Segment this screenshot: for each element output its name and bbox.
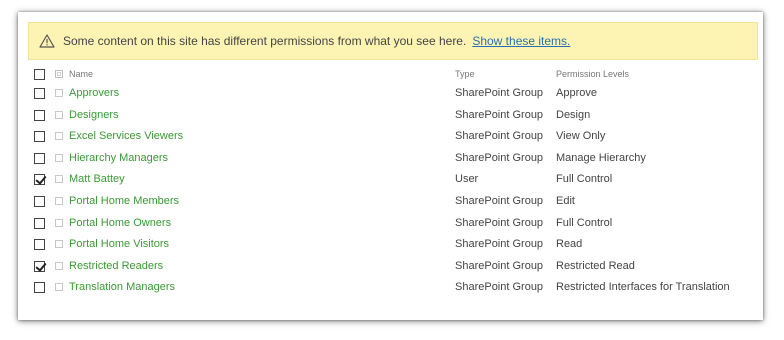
warning-icon xyxy=(39,34,55,48)
row-name-link[interactable]: Translation Managers xyxy=(69,281,175,293)
table-row[interactable]: Excel Services Viewers SharePoint Group Vi… xyxy=(28,127,753,149)
permissions-table: Name Type Permission Levels Approvers Sha… xyxy=(28,65,753,300)
table-header-row: Name Type Permission Levels xyxy=(28,65,753,84)
row-item-icon xyxy=(55,132,63,141)
row-type: SharePoint Group xyxy=(455,259,544,272)
row-type: SharePoint Group xyxy=(455,87,544,99)
row-select-checkbox[interactable] xyxy=(34,174,45,186)
table-row[interactable]: Hierarchy Managers SharePoint Group Manage… xyxy=(28,149,753,171)
row-permission-level: Manage Hierarchy xyxy=(556,151,646,164)
table-row[interactable]: Restricted Readers SharePoint Group Restri… xyxy=(28,257,753,279)
row-item-icon xyxy=(55,218,63,227)
row-type: SharePoint Group xyxy=(455,130,544,143)
table-row[interactable]: Matt Battey User Full Control xyxy=(28,170,753,192)
table-row[interactable]: Translation Managers SharePoint Group Rest… xyxy=(28,278,753,300)
row-select-checkbox[interactable] xyxy=(34,152,45,164)
row-item-icon xyxy=(55,283,63,292)
header-item-icon xyxy=(55,70,63,78)
row-select-checkbox[interactable] xyxy=(34,217,45,229)
row-permission-level: Approve xyxy=(556,87,597,99)
row-name-link[interactable]: Portal Home Members xyxy=(69,195,179,207)
row-item-icon xyxy=(55,175,63,184)
row-permission-level: Read xyxy=(556,238,583,251)
row-select-checkbox[interactable] xyxy=(34,88,45,99)
row-permission-level: Restricted Interfaces for Translation xyxy=(556,281,730,294)
row-type: SharePoint Group xyxy=(455,108,544,121)
row-select-checkbox[interactable] xyxy=(34,239,45,251)
column-header-permission-levels[interactable]: Permission Levels xyxy=(556,69,629,79)
row-permission-level: Design xyxy=(556,108,591,121)
row-item-icon xyxy=(55,153,63,162)
row-name-link[interactable]: Hierarchy Managers xyxy=(69,152,168,164)
permissions-panel: Some content on this site has different … xyxy=(18,12,763,320)
row-permission-level: Restricted Read xyxy=(556,259,635,272)
banner-message: Some content on this site has different … xyxy=(63,34,467,48)
row-item-icon xyxy=(55,261,63,270)
row-permission-level: Edit xyxy=(556,194,575,207)
table-row[interactable]: Designers SharePoint Group Design xyxy=(28,106,753,128)
row-select-checkbox[interactable] xyxy=(34,109,45,121)
select-all-checkbox[interactable] xyxy=(34,69,45,80)
row-select-checkbox[interactable] xyxy=(34,195,45,207)
row-name-link[interactable]: Portal Home Visitors xyxy=(69,238,169,250)
row-item-icon xyxy=(55,110,63,119)
row-select-checkbox[interactable] xyxy=(34,260,45,272)
row-select-checkbox[interactable] xyxy=(34,131,45,143)
row-name-link[interactable]: Restricted Readers xyxy=(69,260,163,272)
row-item-icon xyxy=(55,196,63,205)
row-type: SharePoint Group xyxy=(455,194,544,207)
row-type: SharePoint Group xyxy=(455,238,544,251)
row-type: SharePoint Group xyxy=(455,216,544,229)
row-name-link[interactable]: Excel Services Viewers xyxy=(69,130,183,142)
table-row[interactable]: Approvers SharePoint Group Approve xyxy=(28,84,753,106)
row-item-icon xyxy=(55,240,63,249)
row-type: SharePoint Group xyxy=(455,151,544,164)
row-permission-level: Full Control xyxy=(556,216,613,229)
table-body: Approvers SharePoint Group Approve Designer… xyxy=(28,84,753,300)
row-item-icon xyxy=(55,89,63,97)
table-row[interactable]: Portal Home Owners SharePoint Group Full C… xyxy=(28,214,753,236)
column-header-name[interactable]: Name xyxy=(69,69,93,79)
row-type: SharePoint Group xyxy=(455,281,544,294)
row-type: User xyxy=(455,173,479,186)
show-these-items-link[interactable]: Show these items. xyxy=(472,34,570,48)
row-name-link[interactable]: Approvers xyxy=(69,87,119,99)
table-row[interactable]: Portal Home Members SharePoint Group Edit xyxy=(28,192,753,214)
row-name-link[interactable]: Matt Battey xyxy=(69,173,125,185)
row-name-link[interactable]: Portal Home Owners xyxy=(69,217,171,229)
permissions-warning-banner: Some content on this site has different … xyxy=(28,22,758,60)
row-permission-level: View Only xyxy=(556,130,606,143)
table-row[interactable]: Portal Home Visitors SharePoint Group Read xyxy=(28,235,753,257)
row-select-checkbox[interactable] xyxy=(34,282,45,294)
row-permission-level: Full Control xyxy=(556,173,613,186)
row-name-link[interactable]: Designers xyxy=(69,109,119,121)
column-header-type[interactable]: Type xyxy=(455,69,475,79)
